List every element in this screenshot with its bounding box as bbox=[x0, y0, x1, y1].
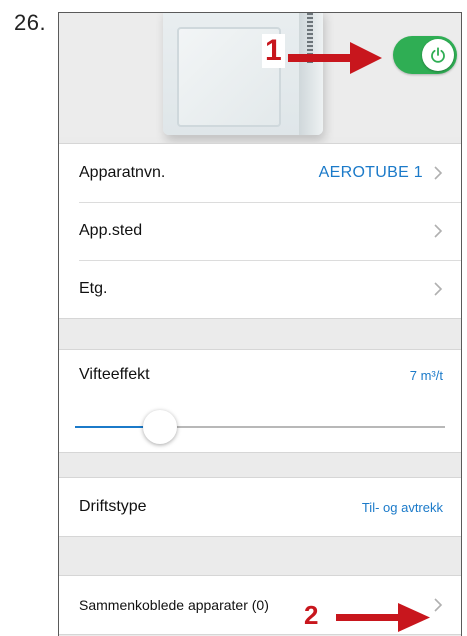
operation-section: Driftstype Til- og avtrekk bbox=[59, 477, 461, 537]
step-number: 26. bbox=[14, 10, 47, 35]
power-icon bbox=[431, 47, 445, 63]
instruction-page: 26. Apparatnvn. AEROTUBE 1 App.sted Etg.… bbox=[0, 0, 467, 636]
device-header bbox=[59, 13, 461, 137]
slider-track[interactable] bbox=[75, 410, 445, 444]
annotation-arrow-2 bbox=[336, 603, 430, 632]
app-screen: Apparatnvn. AEROTUBE 1 App.sted Etg. Vif… bbox=[58, 12, 462, 636]
chevron-right-icon bbox=[434, 224, 443, 238]
slider-thumb[interactable] bbox=[143, 410, 178, 444]
fan-value: 7 m³/t bbox=[409, 367, 443, 383]
fan-section: Vifteeffekt 7 m³/t bbox=[59, 349, 461, 453]
device-name-value: AEROTUBE 1 bbox=[318, 164, 423, 181]
row-app-sted[interactable]: App.sted bbox=[59, 202, 461, 260]
operation-label: Driftstype bbox=[79, 498, 147, 515]
fan-label: Vifteeffekt bbox=[79, 366, 150, 383]
fan-slider[interactable] bbox=[59, 400, 461, 452]
annotation-marker-2: 2 bbox=[304, 600, 319, 630]
chevron-right-icon bbox=[434, 166, 443, 180]
chevron-right-icon bbox=[434, 282, 443, 296]
fan-row: Vifteeffekt 7 m³/t bbox=[59, 350, 461, 400]
row-etg[interactable]: Etg. bbox=[59, 260, 461, 318]
chevron-right-icon bbox=[434, 598, 443, 612]
power-toggle[interactable] bbox=[393, 36, 457, 74]
operation-value: Til- og avtrekk bbox=[361, 499, 443, 515]
annotation-marker-1: 1 bbox=[262, 34, 285, 68]
toggle-knob bbox=[422, 39, 454, 71]
device-info-section: Apparatnvn. AEROTUBE 1 App.sted Etg. bbox=[59, 143, 461, 319]
row-label: Apparatnvn. bbox=[79, 164, 166, 181]
annotation-arrow-1 bbox=[288, 42, 382, 74]
row-driftstype[interactable]: Driftstype Til- og avtrekk bbox=[59, 478, 461, 536]
row-label: Etg. bbox=[79, 280, 108, 297]
row-label: App.sted bbox=[79, 222, 143, 239]
row-apparatnavn[interactable]: Apparatnvn. AEROTUBE 1 bbox=[59, 144, 461, 202]
